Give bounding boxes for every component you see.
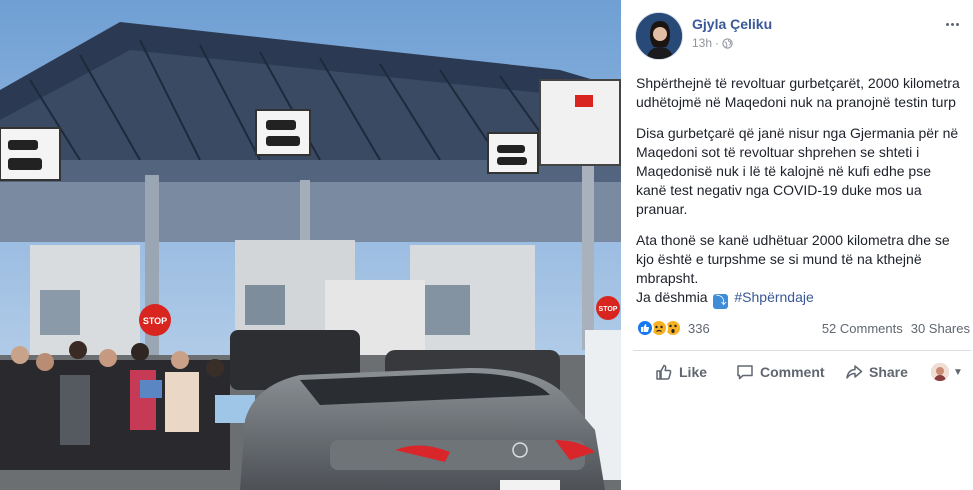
post-paragraph: Ata thonë se kanë udhëtuar 2000 kilometr… bbox=[636, 232, 950, 309]
like-button[interactable]: Like bbox=[655, 354, 707, 390]
comment-icon bbox=[737, 365, 753, 380]
user-avatar bbox=[931, 363, 949, 381]
hashtag-link[interactable]: #Shpërndaje bbox=[734, 289, 813, 305]
more-options-icon[interactable] bbox=[941, 16, 963, 32]
engagement-counts: 52 Comments 30 Shares bbox=[822, 321, 970, 336]
share-button[interactable]: Share bbox=[845, 354, 908, 390]
stop-sign-right: STOP bbox=[599, 306, 618, 313]
post-time[interactable]: 13h bbox=[692, 36, 712, 50]
share-label: Share bbox=[869, 364, 908, 380]
author-avatar[interactable] bbox=[635, 12, 683, 60]
post-photo[interactable]: STOP STOP bbox=[0, 0, 621, 490]
reaction-count: 336 bbox=[688, 320, 710, 336]
reaction-identity-selector[interactable]: ▼ bbox=[931, 354, 963, 390]
like-label: Like bbox=[679, 364, 708, 380]
shares-count[interactable]: 30 Shares bbox=[911, 321, 970, 336]
witness-prefix: Ja dëshmia bbox=[636, 289, 708, 305]
comment-button[interactable]: Comment bbox=[736, 354, 825, 390]
post-header: Gjyla Çeliku 13h · bbox=[635, 12, 965, 62]
comment-label: Comment bbox=[760, 364, 825, 380]
thumbs-up-icon bbox=[656, 364, 672, 380]
reactions-summary[interactable]: 336 bbox=[636, 319, 710, 337]
stop-sign-left: STOP bbox=[143, 316, 167, 326]
post-stats: 336 52 Comments 30 Shares bbox=[636, 318, 970, 340]
comments-count[interactable]: 52 Comments bbox=[822, 321, 903, 336]
share-icon bbox=[846, 365, 863, 379]
post-text: Shpërthejnë të revoltuar gurbetçarët, 20… bbox=[636, 74, 961, 309]
border-crossing-photo: STOP STOP bbox=[0, 0, 621, 490]
action-divider bbox=[633, 350, 971, 351]
post-paragraph: Disa gurbetçarë që janë nisur nga Gjerma… bbox=[636, 125, 959, 217]
post-headline: Shpërthejnë të revoltuar gurbetçarët, 20… bbox=[636, 75, 960, 110]
refresh-emoji-icon: ⤵ bbox=[713, 294, 729, 309]
chevron-down-icon: ▼ bbox=[953, 366, 963, 378]
author-name[interactable]: Gjyla Çeliku bbox=[692, 16, 772, 32]
like-icon bbox=[636, 319, 654, 337]
post-panel: Gjyla Çeliku 13h · Shpërthejnë të revolt… bbox=[621, 0, 973, 490]
post-meta: 13h · bbox=[692, 36, 733, 50]
globe-icon[interactable] bbox=[722, 37, 733, 49]
post-actions: Like Comment Share ▼ bbox=[633, 354, 971, 390]
